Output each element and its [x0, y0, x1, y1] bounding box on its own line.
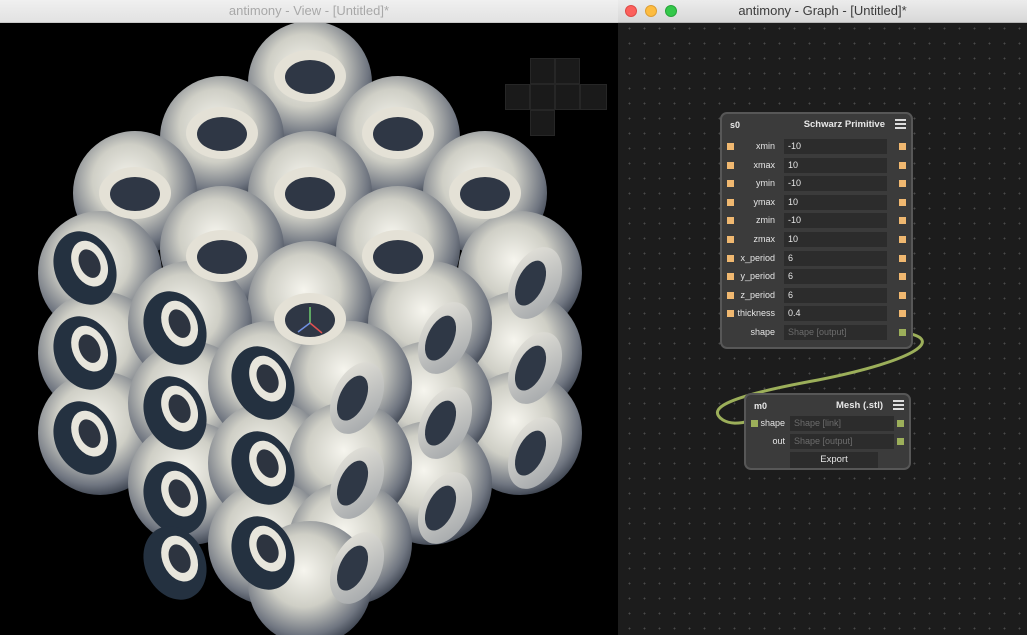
- param-row-zmin: zmin -10: [722, 212, 911, 230]
- param-value-field[interactable]: 6: [784, 287, 887, 303]
- input-port[interactable]: [727, 180, 734, 188]
- export-button[interactable]: Export: [790, 452, 878, 468]
- mesh-export-node[interactable]: m0 Mesh (.stl) shape Shape [link] out Sh…: [744, 393, 911, 470]
- param-label: ymax: [753, 196, 775, 207]
- param-label: xmax: [753, 159, 775, 170]
- node-type-label: Schwarz Primitive: [803, 119, 885, 130]
- param-value-field[interactable]: 10: [784, 232, 887, 247]
- close-window-button[interactable]: [625, 5, 637, 17]
- param-label: shape: [750, 327, 775, 337]
- param-label: thickness: [737, 308, 775, 319]
- shape-output-port[interactable]: [899, 329, 906, 336]
- param-row-shape: shape Shape [output]: [722, 324, 911, 342]
- param-row-x-period: x_period 6: [722, 250, 911, 268]
- graph-window-title-text: antimony - Graph - [Untitled]*: [738, 3, 907, 18]
- output-port[interactable]: [899, 236, 906, 243]
- param-value-field[interactable]: -10: [784, 139, 887, 154]
- mesh-out-row: out Shape [output]: [746, 433, 909, 451]
- param-row-ymax: ymax 10: [722, 194, 911, 212]
- zoom-window-button[interactable]: [665, 5, 677, 17]
- param-value-field[interactable]: 0.4: [784, 306, 887, 322]
- input-port[interactable]: [727, 236, 734, 243]
- output-port[interactable]: [899, 180, 906, 188]
- out-output-field: Shape [output]: [790, 434, 894, 449]
- shape-input-port[interactable]: [751, 420, 758, 427]
- out-output-port[interactable]: [897, 438, 904, 445]
- param-row-ymin: ymin -10: [722, 175, 911, 193]
- view-window: antimony - View - [Untitled]*: [0, 0, 618, 635]
- param-value-field[interactable]: -10: [784, 176, 887, 192]
- input-port[interactable]: [727, 217, 734, 225]
- param-label: z_period: [740, 289, 775, 300]
- param-row-zmax: zmax 10: [722, 231, 911, 249]
- output-port[interactable]: [899, 217, 906, 225]
- output-port[interactable]: [899, 273, 906, 281]
- param-label: out: [772, 436, 785, 446]
- graph-window[interactable]: antimony - Graph - [Untitled]* s0 Schwar…: [618, 0, 1027, 635]
- minimize-window-button[interactable]: [645, 5, 657, 17]
- node-header[interactable]: s0 Schwarz Primitive: [722, 114, 911, 136]
- node-header[interactable]: m0 Mesh (.stl): [746, 395, 909, 417]
- node-id-label: s0: [730, 120, 741, 130]
- param-label: x_period: [740, 252, 775, 263]
- param-row-xmin: xmin -10: [722, 138, 911, 156]
- input-port[interactable]: [727, 161, 734, 169]
- param-value-field[interactable]: 6: [784, 269, 887, 285]
- output-port[interactable]: [899, 310, 906, 318]
- input-port[interactable]: [727, 143, 734, 150]
- param-label: shape: [760, 418, 785, 428]
- input-port[interactable]: [727, 254, 734, 262]
- node-type-label: Mesh (.stl): [836, 400, 883, 411]
- param-value-field[interactable]: 6: [784, 250, 887, 266]
- shape-output-field: Shape [output]: [784, 325, 887, 340]
- view-window-title: antimony - View - [Untitled]*: [0, 0, 618, 23]
- param-label: zmin: [755, 215, 775, 226]
- param-row-thickness: thickness 0.4: [722, 305, 911, 323]
- graph-window-title: antimony - Graph - [Untitled]*: [618, 0, 1027, 23]
- mesh-shape-row: shape Shape [link]: [746, 415, 909, 433]
- output-port[interactable]: [899, 198, 906, 206]
- param-row-xmax: xmax 10: [722, 157, 911, 175]
- hamburger-menu-icon[interactable]: [895, 119, 906, 130]
- param-row-z-period: z_period 6: [722, 287, 911, 305]
- view-orientation-cube[interactable]: [505, 58, 607, 136]
- output-port[interactable]: [899, 254, 906, 262]
- param-label: zmax: [753, 234, 775, 244]
- input-port[interactable]: [727, 310, 734, 318]
- output-port[interactable]: [899, 143, 906, 150]
- hamburger-menu-icon[interactable]: [893, 400, 904, 411]
- param-value-field[interactable]: -10: [784, 213, 887, 229]
- param-value-field[interactable]: 10: [784, 194, 887, 210]
- node-id-label: m0: [754, 401, 768, 411]
- param-label: xmin: [755, 141, 775, 151]
- param-value-field[interactable]: 10: [784, 157, 887, 173]
- schwarz-primitive-node[interactable]: s0 Schwarz Primitive xmin -10 xmax 10 ymin -1…: [720, 112, 913, 349]
- shape-output-port[interactable]: [897, 420, 904, 427]
- shape-link-field: Shape [link]: [790, 416, 894, 431]
- param-row-y-period: y_period 6: [722, 268, 911, 286]
- input-port[interactable]: [727, 273, 734, 281]
- output-port[interactable]: [899, 291, 906, 299]
- output-port[interactable]: [899, 161, 906, 169]
- param-label: y_period: [740, 271, 775, 282]
- input-port[interactable]: [727, 291, 734, 299]
- param-label: ymin: [755, 178, 775, 189]
- 3d-viewport[interactable]: [0, 23, 618, 635]
- input-port[interactable]: [727, 198, 734, 206]
